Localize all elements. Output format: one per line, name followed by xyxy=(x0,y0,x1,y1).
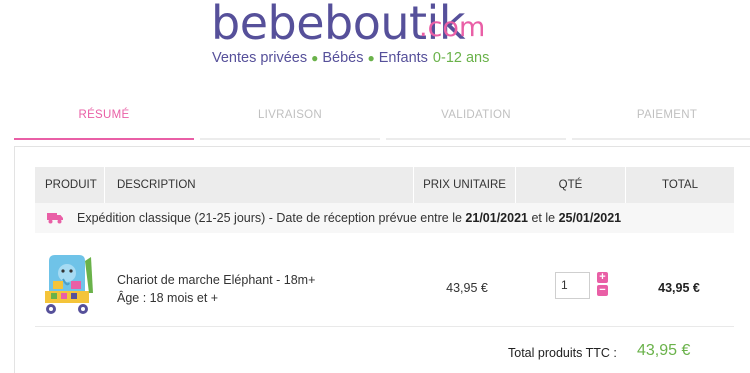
subtotal-value: 43,95 € xyxy=(637,342,691,359)
step-validation[interactable]: VALIDATION xyxy=(386,98,566,140)
cart-panel: PRODUIT DESCRIPTION PRIX UNITAIRE QTÉ TO… xyxy=(14,146,750,373)
shipping-text-start: Expédition classique (21-25 jours) - Dat… xyxy=(77,211,466,225)
quantity-increase-button[interactable]: + xyxy=(597,272,608,283)
line-total: 43,95 € xyxy=(658,281,700,295)
step-livraison[interactable]: LIVRAISON xyxy=(200,98,380,140)
bullet-icon: ● xyxy=(311,51,319,65)
subtotal-label: Total produits TTC : xyxy=(508,346,617,360)
logo-domain-suffix: .com xyxy=(419,12,486,43)
tagline-age-range: 0-12 ans xyxy=(432,50,490,66)
site-tagline: Ventes privées ● Bébés ● Enfants 0-12 ans xyxy=(212,50,489,66)
column-header-prix-unitaire: PRIX UNITAIRE xyxy=(414,167,516,203)
tagline-item-bebes: Bébés xyxy=(322,50,364,66)
shipping-info-row: Expédition classique (21-25 jours) - Dat… xyxy=(35,203,734,233)
step-validation-indicator xyxy=(386,138,566,140)
step-paiement[interactable]: PAIEMENT xyxy=(572,98,750,140)
site-logo[interactable]: bebeboutik .com xyxy=(211,0,541,50)
tagline-item-enfants: Enfants xyxy=(378,50,428,66)
product-name[interactable]: Chariot de marche Eléphant - 18m+ xyxy=(117,273,315,287)
step-validation-label: VALIDATION xyxy=(441,109,511,121)
bullet-icon: ● xyxy=(367,51,375,65)
unit-price: 43,95 € xyxy=(446,281,488,295)
step-paiement-indicator xyxy=(572,138,750,140)
cart-item-row: Chariot de marche Eléphant - 18m+ Âge : … xyxy=(35,247,734,327)
step-resume-indicator xyxy=(14,138,194,140)
truck-icon xyxy=(47,213,63,224)
column-header-total: TOTAL xyxy=(662,179,698,191)
step-livraison-label: LIVRAISON xyxy=(257,109,323,121)
column-header-description: DESCRIPTION xyxy=(105,167,414,203)
step-resume[interactable]: RÉSUMÉ xyxy=(14,98,194,140)
step-livraison-indicator xyxy=(200,138,380,140)
tagline-item-ventes: Ventes privées xyxy=(212,50,308,66)
column-header-produit: PRODUIT xyxy=(35,167,105,203)
step-paiement-label: PAIEMENT xyxy=(636,109,698,121)
quantity-input[interactable]: 1 xyxy=(555,272,590,299)
column-header-qte: QTÉ xyxy=(516,167,626,203)
quantity-decrease-button[interactable]: − xyxy=(597,285,608,296)
product-age: Âge : 18 mois et + xyxy=(117,291,219,305)
shipping-text-mid: et le xyxy=(527,211,559,225)
shipping-date-from: 21/01/2021 xyxy=(465,211,528,225)
checkout-steps: RÉSUMÉ LIVRAISON VALIDATION PAIEMENT xyxy=(14,98,750,140)
product-thumbnail[interactable] xyxy=(39,253,95,317)
step-resume-label: RÉSUMÉ xyxy=(78,109,130,121)
shipping-text: Expédition classique (21-25 jours) - Dat… xyxy=(77,203,621,233)
cart-table-header: PRODUIT DESCRIPTION PRIX UNITAIRE QTÉ TO… xyxy=(35,167,734,203)
shipping-date-to: 25/01/2021 xyxy=(558,211,622,225)
